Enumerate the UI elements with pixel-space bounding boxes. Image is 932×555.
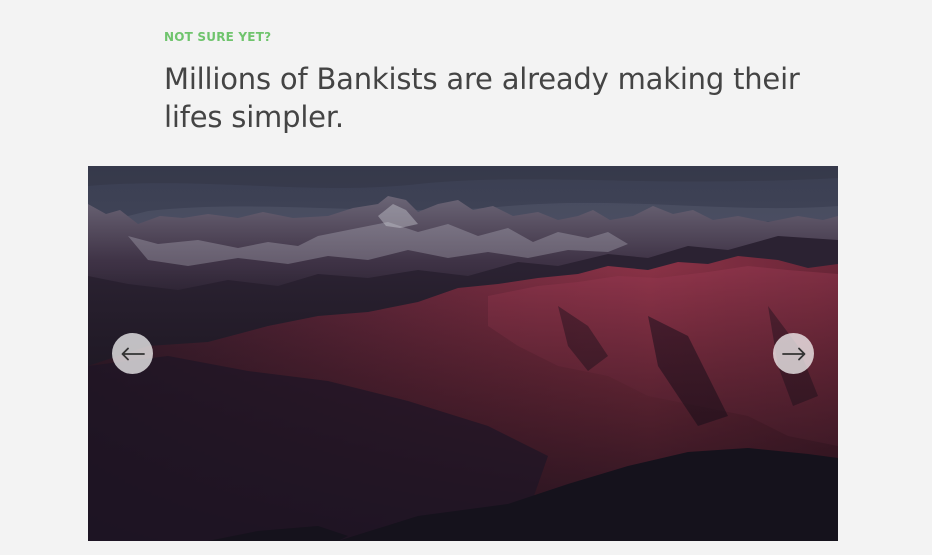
slider-next-button[interactable] <box>773 333 814 374</box>
section-title: Millions of Bankists are already making … <box>164 62 800 134</box>
arrow-left-icon <box>121 347 145 360</box>
mountain-slide-image <box>88 166 838 541</box>
slider-prev-button[interactable] <box>112 333 153 374</box>
arrow-right-icon <box>781 347 805 360</box>
image-slider[interactable] <box>88 166 838 541</box>
section-eyebrow: NOT SURE YET? <box>164 30 272 44</box>
section-header: NOT SURE YET? Millions of Bankists are a… <box>164 28 804 136</box>
